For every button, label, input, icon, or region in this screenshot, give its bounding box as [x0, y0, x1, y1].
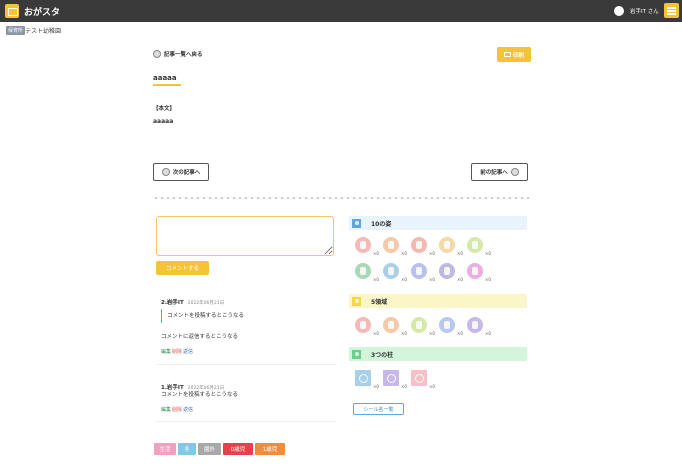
next-article-button[interactable]: 次の記事へ [153, 163, 209, 181]
printer-icon [503, 52, 511, 57]
school-name: テスト幼稚園 [25, 28, 62, 35]
sticker-count: ×0 [429, 331, 435, 336]
chevron-left-icon [161, 168, 170, 176]
prev-article-button[interactable]: 前の記事へ [471, 163, 528, 181]
sticker-icon[interactable] [467, 263, 483, 279]
comment-divider [156, 364, 336, 365]
sticker-count: ×0 [401, 331, 407, 336]
sticker-count: ×0 [429, 277, 435, 282]
sticker-count: ×0 [457, 331, 463, 336]
back-arrow-icon [153, 50, 161, 58]
sticker-count: ×0 [485, 277, 491, 282]
back-link-label: 記事一覧へ戻る [164, 52, 203, 58]
chevron-right-icon [510, 168, 519, 176]
user-name[interactable]: 岩手IT さん [630, 7, 659, 15]
sticker-icon[interactable] [467, 237, 483, 253]
article-title: aaaaa [153, 74, 177, 82]
delete-link[interactable]: 削除 [172, 348, 182, 355]
comment-actions: 編集 削除 返信 [161, 348, 193, 355]
comment-actions: 編集 削除 返信 [161, 406, 193, 413]
question-sticker-icon[interactable] [383, 370, 399, 386]
sticker-icon[interactable] [383, 317, 399, 333]
print-button-label: 印刷 [512, 52, 524, 59]
sticker-count: ×0 [457, 251, 463, 256]
sticker-icon[interactable] [439, 263, 455, 279]
comment-text: コメントに返信するとこうなる [161, 334, 239, 340]
app-title[interactable]: おがスタ [24, 5, 60, 18]
sticker-count: ×0 [457, 277, 463, 282]
edit-link[interactable]: 編集 [161, 348, 171, 355]
sticker-count: ×0 [373, 251, 379, 256]
reply-link[interactable]: 返信 [183, 348, 193, 355]
sticker-count: ×0 [429, 384, 435, 389]
section-3-hashira: 3つの柱 [349, 347, 527, 361]
sticker-icon[interactable] [439, 317, 455, 333]
tag-life[interactable]: 生活 [154, 443, 176, 455]
quoted-comment: コメントを投稿するとこうなる [161, 309, 333, 323]
section-marker-icon [352, 349, 361, 359]
sticker-icon[interactable] [467, 317, 483, 333]
edit-link[interactable]: 編集 [161, 406, 171, 413]
sticker-icon[interactable] [411, 263, 427, 279]
sticker-count: ×0 [373, 277, 379, 282]
tag-age-0[interactable]: 0歳児 [223, 443, 253, 455]
tag-age-1[interactable]: 1歳児 [255, 443, 285, 455]
grade-badge: 保育所 [6, 26, 26, 35]
seal-list-button[interactable]: シール名一覧 [353, 403, 404, 415]
title-underline [153, 84, 181, 86]
sticker-count: ×0 [373, 384, 379, 389]
tag-outside[interactable]: 園外 [198, 443, 221, 455]
sticker-count: ×0 [485, 331, 491, 336]
print-button[interactable]: 印刷 [497, 47, 531, 62]
user-avatar-icon[interactable] [614, 6, 624, 16]
reply-link[interactable]: 返信 [183, 406, 193, 413]
section-10-sugata: 10の姿 [349, 216, 527, 230]
sticker-count: ×0 [485, 251, 491, 256]
heart-sticker-icon[interactable] [411, 370, 427, 386]
book-icon[interactable] [5, 4, 19, 18]
article-body: aaaaa [153, 118, 174, 125]
section-marker-icon [352, 218, 361, 228]
sticker-count: ×0 [401, 384, 407, 389]
sticker-icon[interactable] [383, 237, 399, 253]
search-sticker-icon[interactable] [355, 370, 371, 386]
section-title: 3つの柱 [371, 351, 394, 359]
comment-text: コメントを投稿するとこうなる [161, 392, 239, 398]
top-bar: おがスタ 岩手IT さん [0, 0, 682, 22]
comment-date: 2022年06月21日 [187, 301, 225, 306]
section-marker-icon [352, 296, 361, 306]
comment-submit-button[interactable]: コメントする [156, 261, 209, 275]
sticker-icon[interactable] [355, 237, 371, 253]
back-to-list-link[interactable]: 記事一覧へ戻る [153, 50, 203, 58]
sticker-icon[interactable] [355, 263, 371, 279]
reply-to-label: 1への返信 [161, 300, 178, 304]
dotted-divider [153, 197, 531, 199]
sticker-icon[interactable] [411, 237, 427, 253]
comment-divider [156, 421, 336, 422]
sticker-icon[interactable] [383, 263, 399, 279]
tag-winter[interactable]: 冬 [178, 443, 196, 455]
comment-textarea[interactable] [156, 216, 334, 256]
hamburger-icon[interactable] [664, 3, 679, 18]
prev-article-label: 前の記事へ [480, 170, 508, 176]
sticker-count: ×0 [401, 277, 407, 282]
next-article-label: 次の記事へ [172, 170, 201, 176]
comment-header: 2.岩手IT 2022年06月21日 [161, 289, 224, 308]
section-5-ryoiki: 5領域 [349, 294, 527, 308]
sticker-icon[interactable] [355, 317, 371, 333]
delete-link[interactable]: 削除 [172, 406, 182, 413]
sticker-count: ×0 [429, 251, 435, 256]
section-title: 5領域 [371, 298, 388, 306]
sticker-count: ×0 [373, 331, 379, 336]
body-label: 【本文】 [153, 106, 176, 112]
sticker-icon[interactable] [439, 237, 455, 253]
sticker-count: ×0 [401, 251, 407, 256]
section-title: 10の姿 [371, 220, 392, 228]
sticker-icon[interactable] [411, 317, 427, 333]
